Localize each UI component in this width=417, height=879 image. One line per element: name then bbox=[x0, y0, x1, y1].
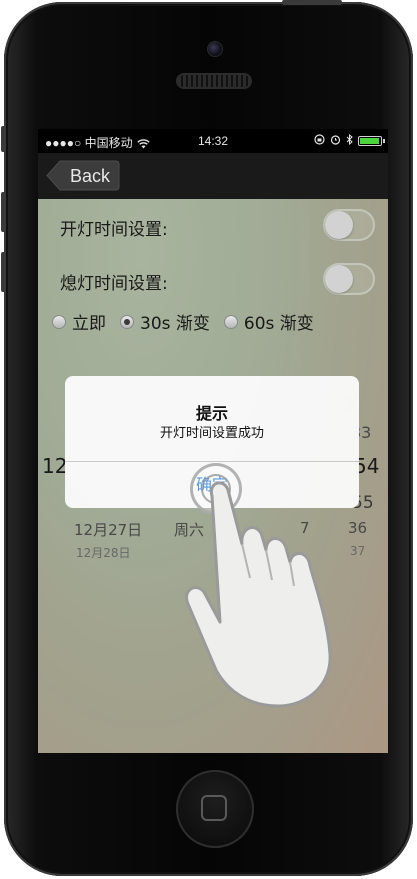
volume-up-button bbox=[1, 192, 6, 232]
home-button[interactable] bbox=[176, 770, 254, 848]
back-button-label: Back bbox=[70, 166, 111, 186]
alert-message: 开灯时间设置成功 bbox=[159, 426, 264, 441]
pointing-hand-icon bbox=[185, 481, 332, 708]
bluetooth-icon bbox=[346, 133, 353, 148]
earpiece-speaker bbox=[176, 73, 252, 89]
navigation-bar: Back bbox=[38, 153, 388, 199]
rotation-lock-icon bbox=[314, 134, 325, 148]
phone-frame: ●●●●○ 中国移动 14:32 Back 开灯时间设置: 熄灯时间设置: 立即… bbox=[1, 0, 413, 876]
volume-down-button bbox=[1, 252, 6, 292]
alarm-icon bbox=[330, 134, 341, 148]
front-camera bbox=[207, 41, 223, 57]
screen: ●●●●○ 中国移动 14:32 Back 开灯时间设置: 熄灯时间设置: 立即… bbox=[38, 129, 388, 753]
power-button bbox=[282, 0, 342, 5]
alert-title: 提示 bbox=[195, 404, 228, 423]
battery-level bbox=[360, 138, 379, 144]
home-square-icon bbox=[201, 795, 227, 821]
back-button[interactable]: Back bbox=[46, 160, 120, 191]
battery-icon bbox=[358, 136, 385, 146]
mute-switch bbox=[1, 126, 6, 152]
status-bar: ●●●●○ 中国移动 14:32 bbox=[38, 129, 388, 153]
